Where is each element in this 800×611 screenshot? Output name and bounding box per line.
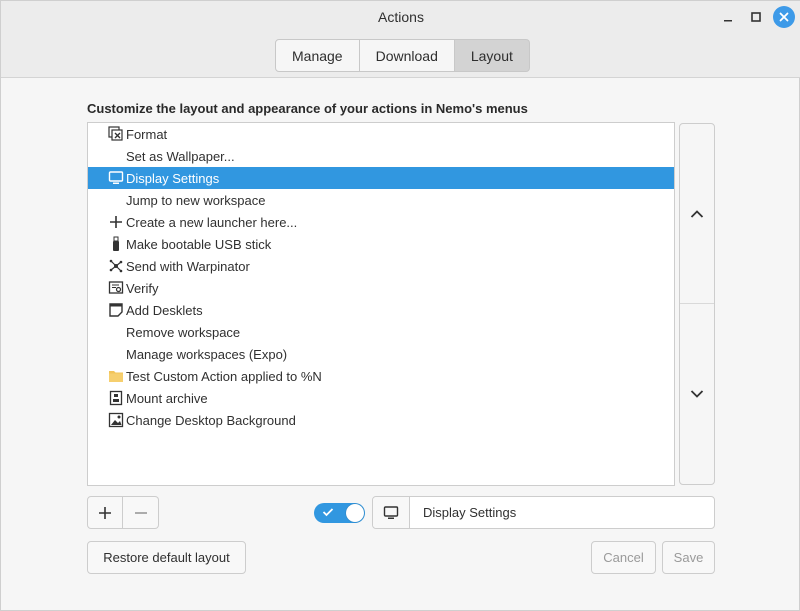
minus-icon (134, 506, 148, 520)
desklet-icon (108, 302, 124, 318)
list-item-label: Add Desklets (126, 303, 203, 318)
chevron-up-icon (690, 209, 704, 219)
list-item[interactable]: Mount archive (88, 387, 674, 409)
cancel-button[interactable]: Cancel (591, 541, 656, 574)
folder-icon (108, 368, 124, 384)
tab-manage[interactable]: Manage (275, 39, 360, 72)
move-down-button[interactable] (680, 304, 714, 484)
move-panel (679, 123, 715, 485)
usb-icon (108, 236, 124, 252)
tab-download[interactable]: Download (360, 39, 455, 72)
tab-layout[interactable]: Layout (455, 39, 530, 72)
display-icon (108, 170, 124, 186)
visibility-toggle[interactable] (314, 503, 365, 523)
check-icon (322, 507, 334, 517)
tab-bar: Manage Download Layout (275, 39, 530, 72)
window-title: Actions (1, 9, 800, 25)
item-name-value: Display Settings (410, 497, 516, 528)
list-item-label: Manage workspaces (Expo) (126, 347, 287, 362)
list-item-label: Mount archive (126, 391, 208, 406)
archive-icon (108, 390, 124, 406)
list-item-label: Change Desktop Background (126, 413, 296, 428)
list-item[interactable]: Verify (88, 277, 674, 299)
list-item-label: Make bootable USB stick (126, 237, 271, 252)
list-item[interactable]: Manage workspaces (Expo) (88, 343, 674, 365)
close-button[interactable] (773, 6, 795, 28)
move-up-button[interactable] (680, 124, 714, 304)
list-item[interactable]: Format (88, 123, 674, 145)
list-item[interactable]: Test Custom Action applied to %N (88, 365, 674, 387)
list-item[interactable]: Change Desktop Background (88, 409, 674, 431)
plus-icon (98, 506, 112, 520)
minimize-icon (722, 11, 734, 23)
list-item[interactable]: Send with Warpinator (88, 255, 674, 277)
list-item-label: Display Settings (126, 171, 219, 186)
minimize-button[interactable] (717, 6, 739, 28)
icon-chooser-button[interactable] (373, 497, 410, 528)
list-item[interactable]: Set as Wallpaper... (88, 145, 674, 167)
list-item[interactable]: Make bootable USB stick (88, 233, 674, 255)
list-item-label: Format (126, 127, 167, 142)
display-icon (383, 505, 399, 521)
restore-default-button[interactable]: Restore default layout (87, 541, 246, 574)
plus-icon (108, 214, 124, 230)
toggle-knob (346, 504, 364, 522)
list-item-selected[interactable]: Display Settings (88, 167, 674, 189)
list-item-label: Set as Wallpaper... (126, 149, 235, 164)
remove-button[interactable] (123, 496, 159, 529)
actions-list[interactable]: Format Set as Wallpaper... Display Setti… (87, 122, 675, 486)
close-icon (779, 12, 789, 22)
actions-window: Actions Manage Download Layout Customize… (0, 0, 800, 611)
list-item-label: Test Custom Action applied to %N (126, 369, 322, 384)
list-item-label: Remove workspace (126, 325, 240, 340)
maximize-icon (750, 11, 762, 23)
image-icon (108, 412, 124, 428)
format-icon (108, 126, 124, 142)
list-item[interactable]: Add Desklets (88, 299, 674, 321)
header-bar: Actions Manage Download Layout (1, 1, 800, 78)
chevron-down-icon (690, 389, 704, 399)
list-item-label: Create a new launcher here... (126, 215, 297, 230)
maximize-button[interactable] (745, 6, 767, 28)
list-item[interactable]: Jump to new workspace (88, 189, 674, 211)
save-button[interactable]: Save (662, 541, 715, 574)
item-name-entry[interactable]: Display Settings (372, 496, 715, 529)
list-item[interactable]: Create a new launcher here... (88, 211, 674, 233)
warpinator-icon (108, 258, 124, 274)
list-item[interactable]: Remove workspace (88, 321, 674, 343)
list-item-label: Send with Warpinator (126, 259, 250, 274)
list-item-label: Jump to new workspace (126, 193, 265, 208)
add-remove-group (87, 496, 159, 529)
verify-icon (108, 280, 124, 296)
layout-heading: Customize the layout and appearance of y… (87, 101, 528, 116)
add-button[interactable] (87, 496, 123, 529)
list-item-label: Verify (126, 281, 159, 296)
